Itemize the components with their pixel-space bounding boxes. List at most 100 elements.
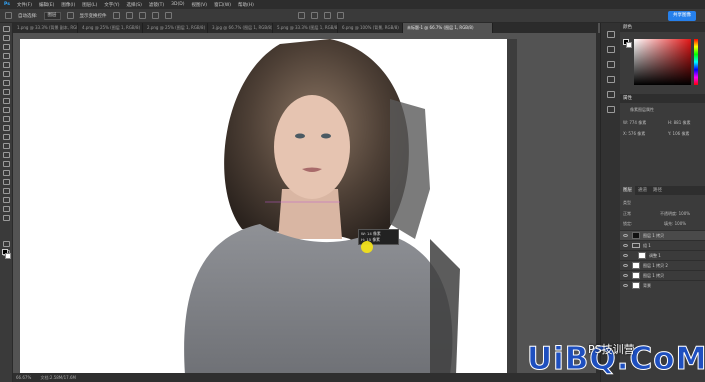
layer-name[interactable]: 图层 1 拷贝 bbox=[643, 273, 664, 279]
align-center-icon[interactable] bbox=[125, 12, 133, 19]
canvas-area[interactable] bbox=[13, 33, 598, 373]
3d-slide-icon[interactable] bbox=[336, 12, 344, 19]
zoom-tool-icon[interactable] bbox=[2, 206, 10, 212]
visibility-eye-icon[interactable] bbox=[623, 274, 628, 277]
quick-select-tool-icon[interactable] bbox=[2, 53, 10, 59]
layer-row[interactable]: 图层 1 拷贝 2 bbox=[620, 260, 705, 270]
opacity-field[interactable]: 不透明度: 100% bbox=[660, 211, 690, 217]
menu-type[interactable]: 文字(Y) bbox=[104, 2, 119, 8]
menu-3d[interactable]: 3D(D) bbox=[171, 2, 184, 7]
align-left-icon[interactable] bbox=[112, 12, 120, 19]
blur-tool-icon[interactable] bbox=[2, 143, 10, 149]
menu-help[interactable]: 帮助(H) bbox=[238, 2, 254, 8]
history-brush-tool-icon[interactable] bbox=[2, 116, 10, 122]
tab-1[interactable]: 1.png @ 33.3% (背景 副本, RGB/8) bbox=[13, 23, 78, 33]
menu-file[interactable]: 文件(F) bbox=[17, 2, 32, 8]
tab-layers[interactable]: 图层 bbox=[620, 186, 635, 195]
menu-select[interactable]: 选择(S) bbox=[127, 2, 142, 8]
layer-row[interactable]: 背景 bbox=[620, 280, 705, 290]
menu-image[interactable]: 图像(I) bbox=[61, 2, 75, 8]
healing-tool-icon[interactable] bbox=[2, 89, 10, 95]
align-right-icon[interactable] bbox=[138, 12, 146, 19]
menu-filter[interactable]: 滤镜(T) bbox=[149, 2, 164, 8]
adjustments-panel-icon[interactable] bbox=[606, 46, 615, 53]
layer-name[interactable]: 图层 1 拷贝 2 bbox=[643, 263, 668, 269]
properties-panel-tab[interactable]: 属性 bbox=[620, 94, 705, 103]
lasso-tool-icon[interactable] bbox=[2, 44, 10, 50]
marquee-tool-icon[interactable] bbox=[2, 35, 10, 41]
tab-4[interactable]: 4.png @ 25% (图层 1, RGB/8) bbox=[78, 23, 143, 33]
blend-mode-select[interactable]: 正常 bbox=[623, 211, 631, 217]
auto-select-label[interactable]: 自动选择: bbox=[18, 13, 38, 19]
3d-rotate-icon[interactable] bbox=[310, 12, 318, 19]
dodge-tool-icon[interactable] bbox=[2, 152, 10, 158]
fill-field[interactable]: 填充: 100% bbox=[664, 221, 686, 227]
layer-name[interactable]: 图层 1 拷贝 bbox=[643, 233, 664, 239]
tab-6[interactable]: 6.png @ 100% (背景, RGB/8) bbox=[338, 23, 403, 33]
stamp-tool-icon[interactable] bbox=[2, 107, 10, 113]
eyedropper-tool-icon[interactable] bbox=[2, 80, 10, 86]
background-color-swatch[interactable] bbox=[5, 253, 11, 259]
prop-width[interactable]: W: 774 像素 bbox=[623, 120, 646, 126]
visibility-eye-icon[interactable] bbox=[623, 264, 628, 267]
color-picker-field[interactable] bbox=[634, 39, 691, 85]
document-canvas[interactable] bbox=[20, 39, 508, 373]
move-tool-icon[interactable] bbox=[2, 26, 10, 32]
visibility-eye-icon[interactable] bbox=[623, 284, 628, 287]
zoom-level[interactable]: 66.67% bbox=[16, 375, 31, 380]
visibility-eye-icon[interactable] bbox=[623, 244, 628, 247]
tab-paths[interactable]: 路径 bbox=[650, 186, 665, 195]
prop-height[interactable]: H: 881 像素 bbox=[668, 120, 691, 126]
menu-view[interactable]: 视图(V) bbox=[191, 2, 207, 8]
ps-logo[interactable]: Ps bbox=[4, 2, 10, 7]
layer-name[interactable]: 组 1 bbox=[643, 243, 651, 249]
move-tool-icon[interactable] bbox=[5, 12, 12, 19]
rectangle-tool-icon[interactable] bbox=[2, 188, 10, 194]
auto-select-dropdown[interactable]: 图层 bbox=[43, 11, 61, 20]
tab-2[interactable]: 2.png @ 25% (图层 1, RGB/8) bbox=[143, 23, 208, 33]
hand-tool-icon[interactable] bbox=[2, 197, 10, 203]
tab-5[interactable]: 5.png @ 33.3% (图层 1, RGB/8) bbox=[273, 23, 338, 33]
path-select-tool-icon[interactable] bbox=[2, 179, 10, 185]
menu-window[interactable]: 窗口(W) bbox=[214, 2, 231, 8]
paragraph-panel-icon[interactable] bbox=[606, 91, 615, 98]
layer-name[interactable]: 背景 bbox=[643, 283, 651, 289]
gradient-tool-icon[interactable] bbox=[2, 134, 10, 140]
prop-x[interactable]: X: 576 像素 bbox=[623, 131, 645, 137]
layer-row[interactable]: 图层 1 拷贝 bbox=[620, 230, 705, 240]
swatches-panel-icon[interactable] bbox=[606, 76, 615, 83]
tab-active-document[interactable]: 未标题-1 @ 66.7% (图层 1, RGB/8) bbox=[403, 23, 493, 33]
layer-row[interactable]: 图层 1 拷贝 bbox=[620, 270, 705, 280]
eraser-tool-icon[interactable] bbox=[2, 125, 10, 131]
visibility-eye-icon[interactable] bbox=[623, 234, 628, 237]
quick-mask-icon[interactable] bbox=[2, 241, 10, 247]
visibility-eye-icon[interactable] bbox=[623, 254, 628, 257]
more-options-icon[interactable] bbox=[164, 12, 172, 19]
3d-mode-icon[interactable] bbox=[297, 12, 305, 19]
distribute-icon[interactable] bbox=[151, 12, 159, 19]
menu-layer[interactable]: 图层(L) bbox=[82, 2, 97, 8]
frame-tool-icon[interactable] bbox=[2, 71, 10, 77]
tab-3[interactable]: 3.jpg @ 66.7% (图层 1, RGB/8) bbox=[208, 23, 273, 33]
brush-tool-icon[interactable] bbox=[2, 98, 10, 104]
color-panel-tab[interactable]: 颜色 bbox=[620, 23, 705, 32]
pen-tool-icon[interactable] bbox=[2, 161, 10, 167]
brush-panel-icon[interactable] bbox=[606, 61, 615, 68]
crop-tool-icon[interactable] bbox=[2, 62, 10, 68]
hue-slider[interactable] bbox=[694, 39, 698, 85]
tab-channels[interactable]: 通道 bbox=[635, 186, 650, 195]
layer-row[interactable]: 组 1 bbox=[620, 240, 705, 250]
learn-panel-icon[interactable] bbox=[606, 106, 615, 113]
3d-pan-icon[interactable] bbox=[323, 12, 331, 19]
menu-edit[interactable]: 编辑(E) bbox=[39, 2, 54, 8]
prop-y[interactable]: Y: 106 像素 bbox=[668, 131, 689, 137]
more-tools-icon[interactable] bbox=[2, 215, 10, 221]
history-panel-icon[interactable] bbox=[606, 31, 615, 38]
bg-color-chip[interactable] bbox=[626, 42, 632, 48]
layer-row[interactable]: 调整 1 bbox=[620, 250, 705, 260]
transform-checkbox[interactable] bbox=[66, 12, 74, 19]
type-tool-icon[interactable] bbox=[2, 170, 10, 176]
share-button[interactable]: 共享图像 bbox=[668, 11, 696, 21]
layer-name[interactable]: 调整 1 bbox=[649, 253, 661, 259]
layer-kind-filter[interactable]: 类型 bbox=[623, 200, 631, 206]
